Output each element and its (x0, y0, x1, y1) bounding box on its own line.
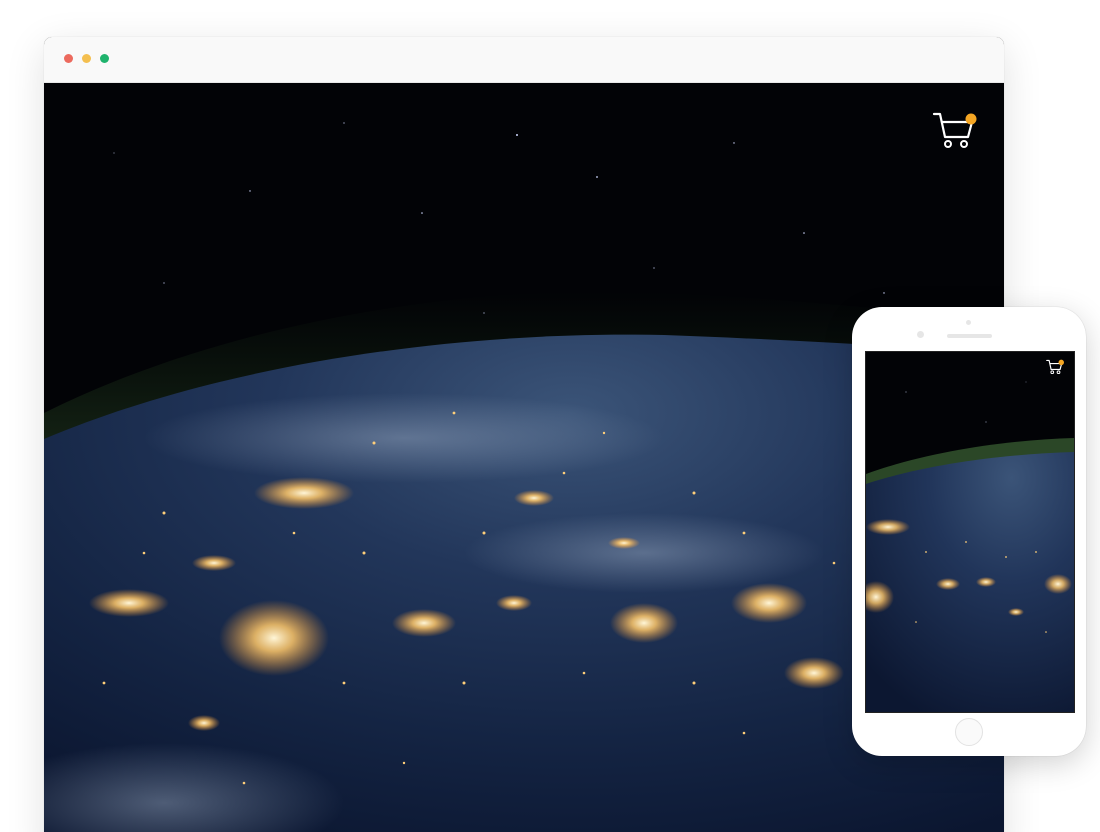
window-close-button[interactable] (64, 54, 73, 63)
window-maximize-button[interactable] (100, 54, 109, 63)
cart-button[interactable] (932, 111, 978, 153)
cart-badge (1058, 359, 1064, 366)
product-showcase (0, 0, 1100, 832)
phone-home-button[interactable] (955, 718, 983, 746)
earth-at-night-image (866, 352, 1074, 712)
phone-sensor (966, 320, 971, 325)
cart-badge (965, 113, 977, 125)
shopping-cart-icon (1046, 359, 1064, 375)
window-minimize-button[interactable] (82, 54, 91, 63)
browser-title-bar (44, 37, 1004, 83)
cart-button[interactable] (1046, 359, 1064, 376)
phone-camera (917, 331, 924, 338)
shopping-cart-icon (932, 112, 977, 148)
mobile-phone-mockup (852, 307, 1086, 756)
mobile-hero-section (865, 351, 1075, 713)
phone-speaker (947, 334, 992, 338)
